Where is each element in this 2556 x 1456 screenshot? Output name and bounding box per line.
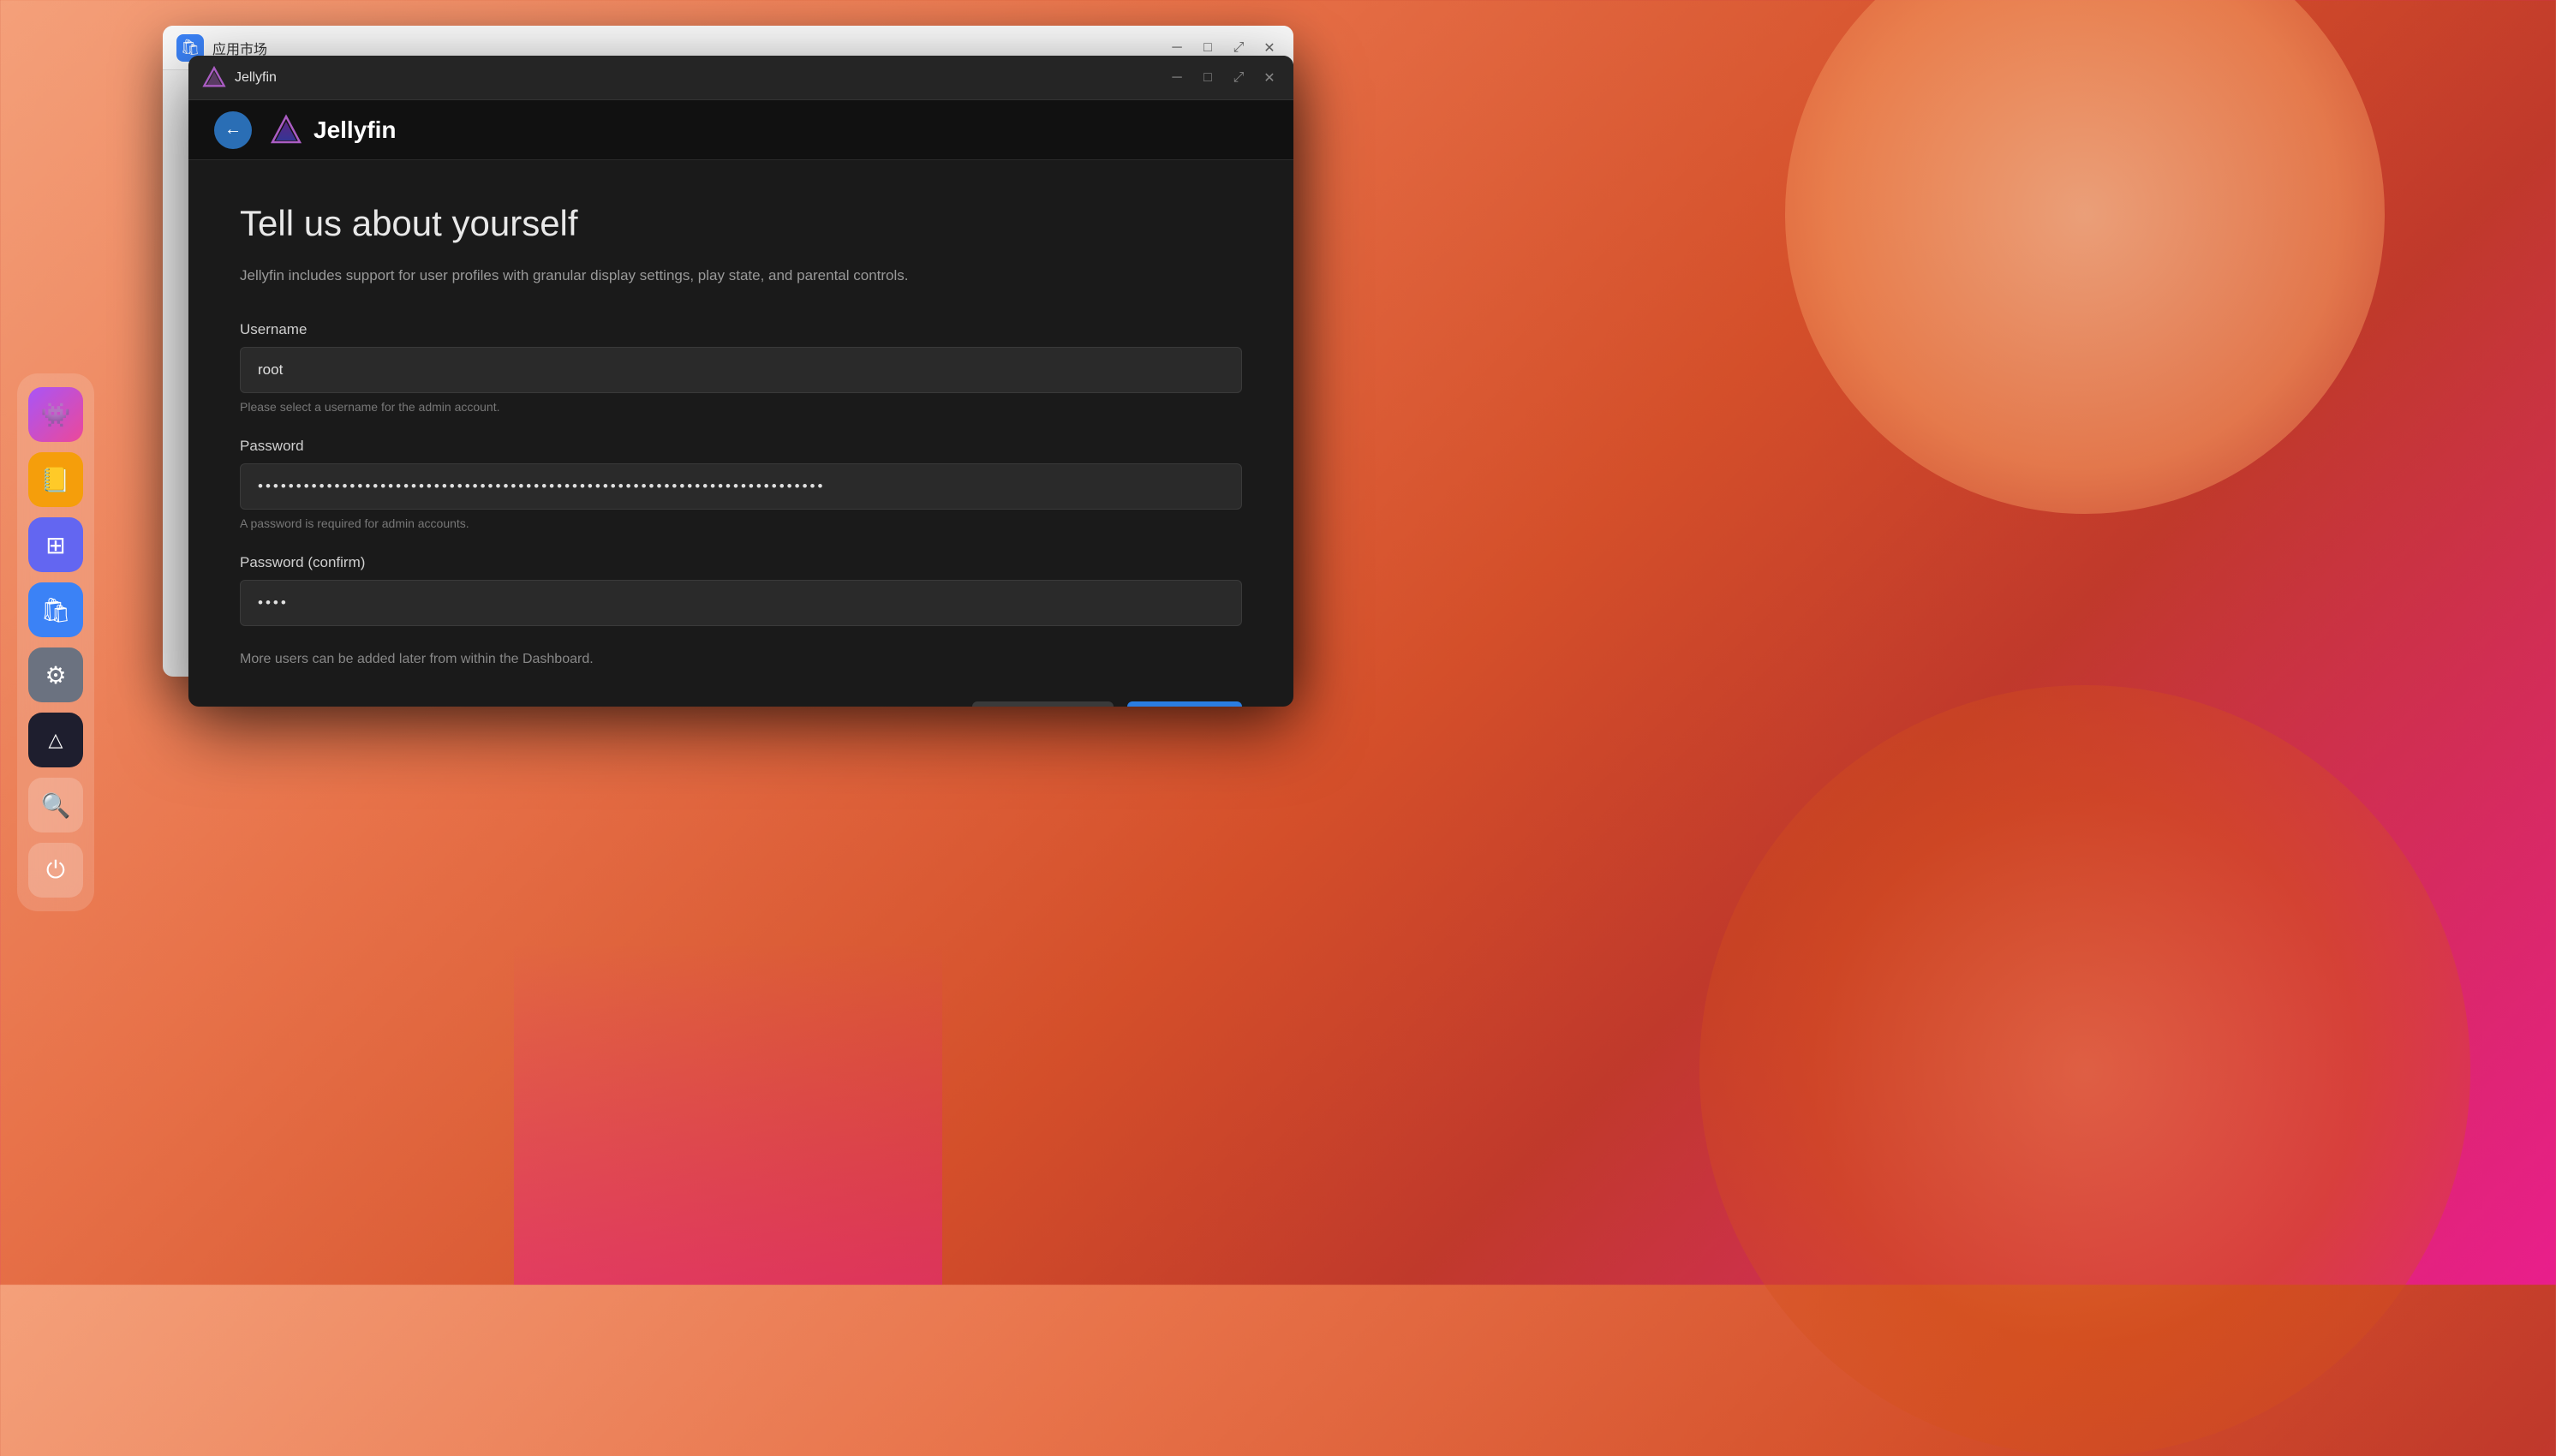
password-confirm-input[interactable] <box>240 580 1242 626</box>
password-label: Password <box>240 438 1242 455</box>
appstore-minimize-button[interactable]: ─ <box>1167 38 1187 58</box>
page-description: Jellyfin includes support for user profi… <box>240 265 1242 287</box>
sidebar-item-avatar[interactable]: 👾 <box>28 387 83 442</box>
sidebar-item-settings[interactable]: ⚙ <box>28 647 83 702</box>
sidebar-item-power[interactable]: ⏻ <box>28 843 83 898</box>
password-input[interactable] <box>240 463 1242 510</box>
grid-icon: ⊞ <box>45 531 65 559</box>
sidebar-item-store[interactable]: 🛍 <box>28 582 83 637</box>
appstore-window-controls: ─ □ ⤢ ✕ <box>1167 38 1280 58</box>
settings-icon: ⚙ <box>45 661 66 689</box>
sidebar-item-grid[interactable]: ⊞ <box>28 517 83 572</box>
jellyfin-maximize-button[interactable]: □ <box>1197 68 1218 88</box>
previous-button[interactable]: ← Previous <box>972 701 1114 707</box>
password-confirm-form-group: Password (confirm) <box>240 554 1242 626</box>
password-form-group: Password A password is required for admi… <box>240 438 1242 530</box>
jellyfin-close-button[interactable]: ✕ <box>1259 68 1280 88</box>
jellyfin-logo-area: Jellyfin <box>269 113 396 147</box>
username-form-group: Username Please select a username for th… <box>240 321 1242 414</box>
appstore-close-button[interactable]: ✕ <box>1259 38 1280 58</box>
jellyfin-header-logo <box>269 113 303 147</box>
bg-decoration-3 <box>514 942 942 1285</box>
jellyfin-logo-text: Jellyfin <box>314 116 396 144</box>
bg-decoration-1 <box>1785 0 2385 514</box>
bg-decoration-2 <box>1699 685 2470 1456</box>
jellyfin-window: Jellyfin ─ □ ⤢ ✕ ← Jellyfin <box>188 56 1293 707</box>
jellyfin-window-title: Jellyfin <box>235 70 277 86</box>
jellyfin-main-content: Tell us about yourself Jellyfin includes… <box>188 160 1293 707</box>
jellyfin-minimize-button[interactable]: ─ <box>1167 68 1187 88</box>
back-button[interactable]: ← <box>214 111 252 149</box>
sidebar-dock: 👾 📒 ⊞ 🛍 ⚙ △ 🔍 ⏻ <box>17 373 94 911</box>
username-input[interactable] <box>240 347 1242 393</box>
appstore-fullscreen-button[interactable]: ⤢ <box>1228 38 1249 58</box>
jellyfin-title-logo <box>202 63 226 93</box>
footer-text: More users can be added later from withi… <box>240 652 1242 667</box>
username-label: Username <box>240 321 1242 338</box>
page-title: Tell us about yourself <box>240 203 1242 244</box>
jellyfin-titlebar: Jellyfin ─ □ ⤢ ✕ <box>188 56 1293 100</box>
jellyfin-app-header: ← Jellyfin <box>188 100 1293 160</box>
jellyfin-dock-icon: △ <box>49 729 63 751</box>
store-icon: 🛍 <box>40 596 71 624</box>
power-icon: ⏻ <box>46 856 65 885</box>
sidebar-item-search[interactable]: 🔍 <box>28 778 83 832</box>
password-hint: A password is required for admin account… <box>240 516 1242 530</box>
jellyfin-window-controls: ─ □ ⤢ ✕ <box>1167 68 1280 88</box>
sidebar-item-jellyfin[interactable]: △ <box>28 713 83 767</box>
form-buttons: ← Previous Next → <box>240 701 1242 707</box>
jellyfin-window-icon <box>202 66 226 90</box>
search-icon: 🔍 <box>41 791 71 820</box>
appstore-window-title: 应用市场 <box>212 38 267 58</box>
username-hint: Please select a username for the admin a… <box>240 400 1242 414</box>
password-confirm-label: Password (confirm) <box>240 554 1242 571</box>
next-button[interactable]: Next → <box>1127 701 1242 707</box>
notes-icon: 📒 <box>41 466 71 494</box>
avatar-icon: 👾 <box>41 401 71 429</box>
sidebar-item-notes[interactable]: 📒 <box>28 452 83 507</box>
jellyfin-fullscreen-button[interactable]: ⤢ <box>1228 68 1249 88</box>
appstore-maximize-button[interactable]: □ <box>1197 38 1218 58</box>
back-arrow-icon: ← <box>224 120 242 140</box>
